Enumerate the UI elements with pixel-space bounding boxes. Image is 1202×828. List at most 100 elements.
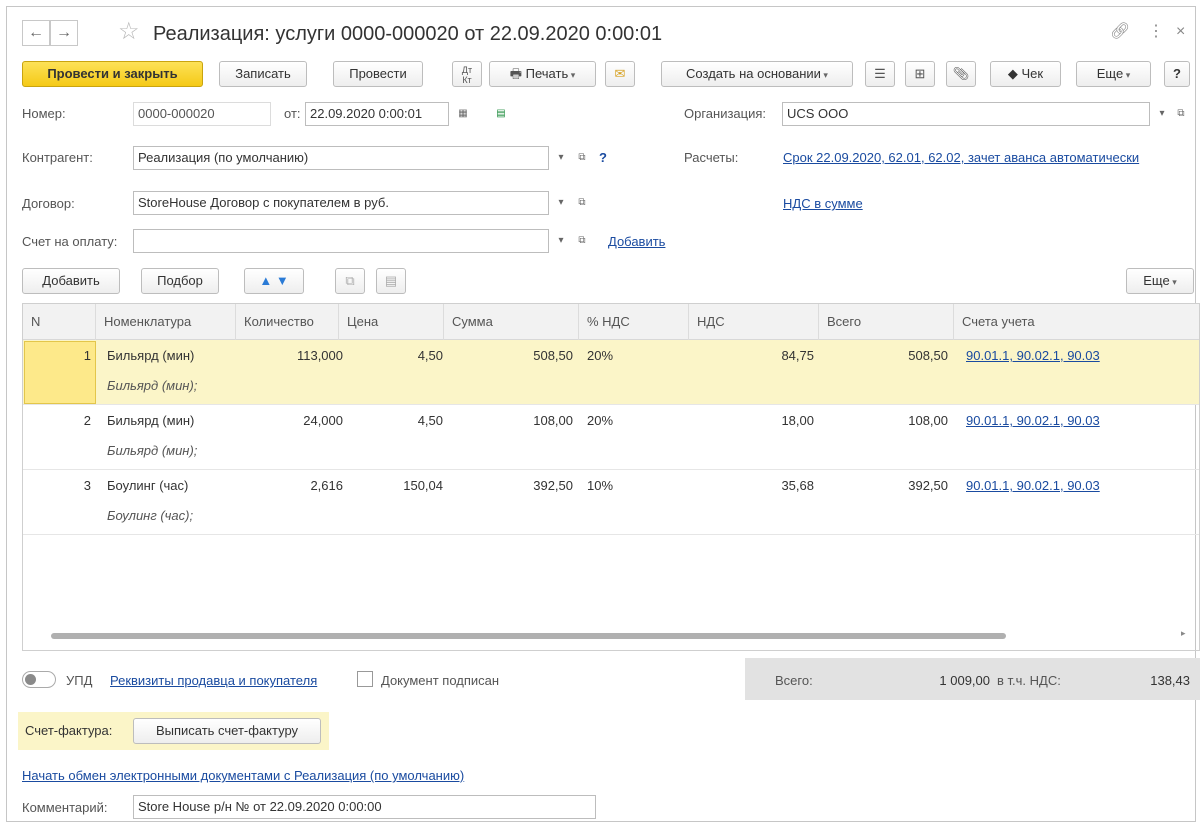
dt-kt-button[interactable]: Дт Кт (452, 61, 482, 87)
table-settings-button[interactable]: ▤ (376, 268, 406, 294)
horizontal-scrollbar[interactable]: ▸ (31, 628, 1191, 641)
column-header-quantity[interactable]: Количество (235, 304, 338, 340)
accounts-link[interactable]: 90.01.1, 90.02.1, 90.03 (966, 411, 1100, 431)
forward-button[interactable]: → (50, 20, 78, 46)
organization-label: Организация: (684, 106, 767, 121)
help-question-icon[interactable]: ? (599, 150, 607, 166)
vat-cell[interactable]: 35,68 (688, 476, 814, 496)
print-button[interactable]: 🖶︎ Печать ▾ (489, 61, 596, 87)
vat-cell[interactable]: 84,75 (688, 346, 814, 366)
column-header-vat-rate[interactable]: % НДС (578, 304, 688, 340)
close-icon[interactable]: × (1176, 22, 1185, 42)
invoice-panel: Счет-фактура: Выписать счет-фактуру (18, 712, 329, 750)
receipt-icon: ◆ (1007, 66, 1022, 81)
invoice-field[interactable] (133, 229, 549, 253)
dropdown-arrow-icon[interactable]: ▾ (1153, 102, 1171, 126)
post-button[interactable]: Провести (333, 61, 423, 87)
comment-field[interactable]: Store House р/н № от 22.09.2020 0:00:00 (133, 795, 596, 819)
contract-field[interactable]: StoreHouse Договор с покупателем в руб. (133, 191, 549, 215)
link-icon[interactable]: 🔗︎ (1110, 22, 1130, 42)
calendar-icon[interactable]: ▦ (454, 102, 472, 126)
save-button[interactable]: Записать (219, 61, 307, 87)
open-icon[interactable]: ⧉ (573, 191, 591, 215)
issue-invoice-button[interactable]: Выписать счет-фактуру (133, 718, 321, 744)
column-header-price[interactable]: Цена (338, 304, 443, 340)
vat-in-sum-link[interactable]: НДС в сумме (783, 196, 863, 212)
document-signed-checkbox[interactable] (357, 671, 373, 687)
accounts-link[interactable]: 90.01.1, 90.02.1, 90.03 (966, 346, 1100, 366)
edo-exchange-link[interactable]: Начать обмен электронными документами с … (22, 768, 464, 784)
dropdown-arrow-icon[interactable]: ▾ (552, 229, 570, 253)
report-button[interactable]: ☰ (865, 61, 895, 87)
chevron-down-icon: ▾ (1123, 70, 1131, 80)
dropdown-arrow-icon[interactable]: ▾ (552, 146, 570, 170)
move-rows-button[interactable]: ▲ ▼ (244, 268, 304, 294)
more-button[interactable]: Еще ▾ (1076, 61, 1151, 87)
kebab-menu-icon[interactable]: ⋮ (1148, 22, 1164, 42)
email-button[interactable]: ✉ (605, 61, 635, 87)
column-header-vat[interactable]: НДС (688, 304, 818, 340)
quantity-cell[interactable]: 24,000 (235, 411, 343, 431)
create-based-on-button[interactable]: Создать на основании ▾ (661, 61, 853, 87)
date-field[interactable]: 22.09.2020 0:00:01 (305, 102, 449, 126)
help-button[interactable]: ? (1164, 61, 1190, 87)
price-cell[interactable]: 150,04 (338, 476, 443, 496)
select-items-button[interactable]: Подбор (141, 268, 219, 294)
column-header-total[interactable]: Всего (818, 304, 953, 340)
vat-rate-cell[interactable]: 10% (587, 476, 613, 496)
table-row[interactable]: 1 Бильярд (мин) Бильярд (мин); 113,000 4… (23, 340, 1199, 405)
contractor-label: Контрагент: (22, 150, 93, 165)
copy-row-button[interactable]: ⧉ (335, 268, 365, 294)
vat-rate-cell[interactable]: 20% (587, 411, 613, 431)
back-button[interactable]: ← (22, 20, 50, 46)
arrow-down-icon: ▼ (275, 273, 289, 288)
paperclip-icon: 📎︎ (952, 66, 970, 81)
table-more-button[interactable]: Еще ▾ (1126, 268, 1194, 294)
column-header-sum[interactable]: Сумма (443, 304, 578, 340)
table-row[interactable]: 3 Боулинг (час) Боулинг (час); 2,616 150… (23, 470, 1199, 535)
price-cell[interactable]: 4,50 (338, 411, 443, 431)
scroll-right-icon[interactable]: ▸ (1181, 628, 1186, 639)
item-characteristic: Боулинг (час); (107, 508, 194, 523)
open-icon[interactable]: ⧉ (1172, 102, 1190, 126)
document-list-icon: ☰ (874, 66, 886, 81)
dropdown-arrow-icon[interactable]: ▾ (552, 191, 570, 215)
goods-table: N Номенклатура Количество Цена Сумма % Н… (22, 303, 1200, 651)
post-and-close-button[interactable]: Провести и закрыть (22, 61, 203, 87)
quantity-cell[interactable]: 113,000 (235, 346, 343, 366)
accounts-link[interactable]: 90.01.1, 90.02.1, 90.03 (966, 476, 1100, 496)
add-invoice-link[interactable]: Добавить (608, 234, 665, 250)
sum-cell[interactable]: 392,50 (443, 476, 573, 496)
attachment-button[interactable]: 📎︎ (946, 61, 976, 87)
table-row[interactable]: 2 Бильярд (мин) Бильярд (мин); 24,000 4,… (23, 405, 1199, 470)
column-header-n[interactable]: N (23, 304, 95, 340)
column-header-item[interactable]: Номенклатура (95, 304, 235, 340)
structure-button[interactable]: ⊞ (905, 61, 935, 87)
price-cell[interactable]: 4,50 (338, 346, 443, 366)
contractor-field[interactable]: Реализация (по умолчанию) (133, 146, 549, 170)
number-field[interactable]: 0000-000020 (133, 102, 271, 126)
receipt-button[interactable]: ◆ Чек (990, 61, 1061, 87)
scrollbar-thumb[interactable] (51, 633, 1006, 639)
sum-cell[interactable]: 108,00 (443, 411, 573, 431)
requisites-link[interactable]: Реквизиты продавца и покупателя (110, 673, 317, 689)
sum-cell[interactable]: 508,50 (443, 346, 573, 366)
vat-rate-cell[interactable]: 20% (587, 346, 613, 366)
item-name[interactable]: Боулинг (час) (107, 476, 188, 496)
organization-field[interactable]: UCS OOO (782, 102, 1150, 126)
column-header-accounts[interactable]: Счета учета (953, 304, 1199, 340)
dt-kt-icon: Дт Кт (461, 65, 473, 85)
vat-cell[interactable]: 18,00 (688, 411, 814, 431)
table-header: N Номенклатура Количество Цена Сумма % Н… (23, 304, 1199, 340)
quantity-cell[interactable]: 2,616 (235, 476, 343, 496)
upd-toggle[interactable] (22, 671, 56, 688)
date-label: от: (284, 106, 301, 121)
add-row-button[interactable]: Добавить (22, 268, 120, 294)
settlements-link[interactable]: Срок 22.09.2020, 62.01, 62.02, зачет ава… (783, 150, 1139, 166)
item-name[interactable]: Бильярд (мин) (107, 411, 194, 431)
favorite-star-icon[interactable]: ☆ (118, 18, 140, 46)
open-icon[interactable]: ⧉ (573, 229, 591, 253)
document-history-icon[interactable]: ▤ (492, 102, 510, 126)
open-icon[interactable]: ⧉ (573, 146, 591, 170)
item-name[interactable]: Бильярд (мин) (107, 346, 194, 366)
